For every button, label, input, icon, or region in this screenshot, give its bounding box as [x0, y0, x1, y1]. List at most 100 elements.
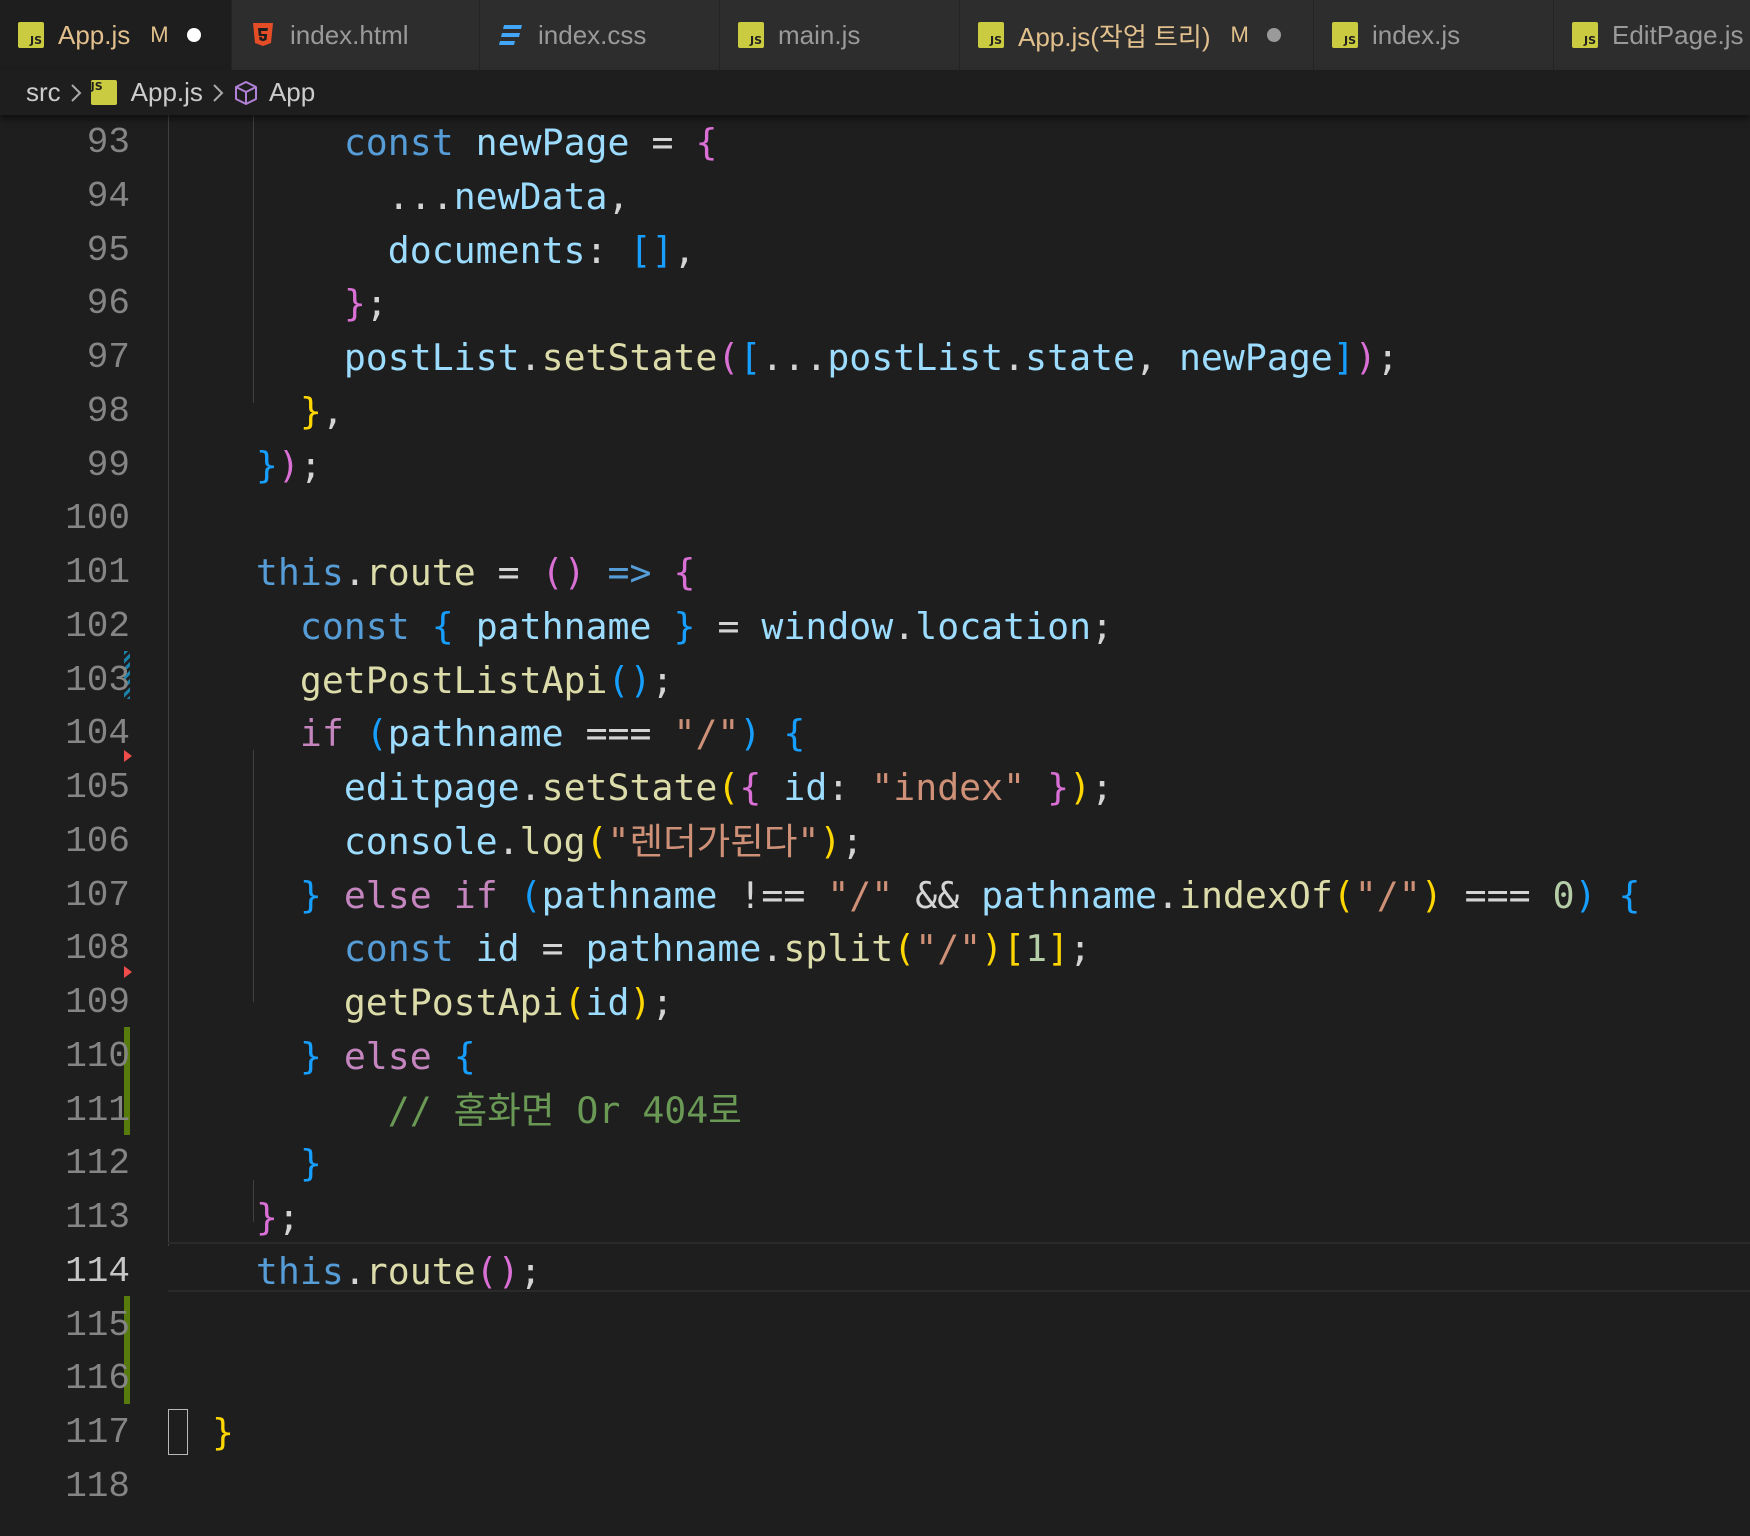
code-token: ;	[1091, 766, 1114, 809]
line-number: 103	[65, 659, 130, 701]
js-file-icon: JS	[90, 80, 117, 105]
tab-index-html[interactable]: index.html	[232, 0, 480, 70]
code-token: route	[365, 551, 476, 594]
code-token: =	[695, 604, 762, 648]
tab-app-js[interactable]: JS App.js M	[0, 0, 232, 70]
code-token: )	[819, 819, 842, 863]
symbol-cube-icon	[233, 80, 259, 106]
modified-status: M	[150, 22, 169, 47]
line-number: 115	[65, 1304, 130, 1346]
line-number: 108	[65, 928, 130, 970]
code-token: id	[475, 927, 520, 971]
code-line[interactable]: 110 } else {	[0, 1030, 1750, 1084]
breadcrumb-symbol[interactable]: App	[269, 77, 315, 108]
code-token: {	[1618, 873, 1641, 917]
breadcrumb-file[interactable]: App.js	[131, 77, 203, 108]
tab-index-css[interactable]: index.css	[480, 0, 720, 70]
code-token: (	[563, 981, 586, 1024]
code-line[interactable]: 117 }	[0, 1406, 1750, 1460]
code-token: pathname	[387, 712, 564, 756]
code-token: pathname	[475, 604, 652, 648]
code-line[interactable]: 101 this.route = () => {	[0, 546, 1750, 600]
code-line[interactable]: 97 postList.setState([...postList.state,…	[0, 331, 1750, 385]
code-token: {	[453, 1034, 476, 1078]
tab-editpage-js[interactable]: JS EditPage.js	[1554, 0, 1750, 70]
code-text: editpage.setState({ id: "index" });	[168, 761, 1113, 815]
code-token: {	[673, 551, 696, 594]
code-line[interactable]: 109 getPostApi(id);	[0, 976, 1750, 1030]
code-line[interactable]: 98 },	[0, 385, 1750, 439]
unsaved-dot-icon[interactable]	[1266, 28, 1281, 42]
unsaved-dot-icon[interactable]	[186, 28, 201, 42]
code-line[interactable]: 114 this.route();	[0, 1245, 1750, 1299]
code-token: 0	[1552, 873, 1575, 917]
code-token: state	[1025, 336, 1135, 379]
code-token: window	[761, 604, 894, 648]
code-token: "/"	[673, 712, 740, 756]
code-token: .	[1156, 873, 1179, 917]
code-token: (	[1332, 873, 1355, 917]
code-token: id	[585, 981, 630, 1024]
code-token: []	[629, 228, 674, 272]
code-line[interactable]: 118	[0, 1460, 1750, 1514]
code-line[interactable]: 94 ...newData,	[0, 170, 1750, 224]
code-line[interactable]: 95 documents: [],	[0, 224, 1750, 278]
code-token: this	[255, 1249, 344, 1293]
code-line[interactable]: 105 editpage.setState({ id: "index" });	[0, 761, 1750, 815]
chevron-right-icon	[211, 82, 225, 104]
code-text: if (pathname === "/") {	[168, 707, 806, 761]
code-line[interactable]: 102 const { pathname } = window.location…	[0, 600, 1750, 654]
code-line[interactable]: 111 // 홈화면 Or 404로	[0, 1084, 1750, 1138]
code-text: ...newData,	[168, 170, 630, 224]
code-line[interactable]: 100	[0, 492, 1750, 546]
line-number: 116	[65, 1358, 130, 1400]
code-line[interactable]: 104 if (pathname === "/") {	[0, 707, 1750, 761]
code-line[interactable]: 116	[0, 1352, 1750, 1406]
code-line[interactable]: 106 console.log("렌더가된다");	[0, 815, 1750, 869]
tab-index-js[interactable]: JS index.js	[1314, 0, 1554, 70]
code-text: });	[168, 439, 322, 493]
code-text: const id = pathname.split("/")[1];	[168, 922, 1091, 976]
code-line[interactable]: 108 const id = pathname.split("/")[1];	[0, 922, 1750, 976]
code-token: newPage	[1178, 336, 1333, 379]
code-token: ;	[1376, 336, 1399, 379]
code-token: ()	[541, 551, 586, 594]
code-token: !==	[717, 873, 828, 917]
code-line[interactable]: 99 });	[0, 439, 1750, 493]
code-token: "렌더가된다"	[607, 819, 820, 863]
code-line[interactable]: 107 } else if (pathname !== "/" && pathn…	[0, 869, 1750, 923]
tab-main-js[interactable]: JS main.js	[720, 0, 960, 70]
tab-app-js-working-tree[interactable]: JS App.js(작업 트리) M	[960, 0, 1314, 70]
code-line[interactable]: 103 getPostListApi();	[0, 654, 1750, 708]
breadcrumb-folder[interactable]: src	[26, 77, 61, 108]
code-line[interactable]: 112 }	[0, 1137, 1750, 1191]
code-token: route	[365, 1249, 476, 1293]
code-token: }	[255, 1196, 278, 1239]
code-token: ]	[1047, 927, 1070, 971]
code-token: location	[915, 604, 1092, 648]
code-text: const { pathname } = window.location;	[168, 600, 1113, 654]
code-token: =>	[607, 551, 652, 594]
code-line[interactable]: 113 };	[0, 1191, 1750, 1245]
line-number: 118	[65, 1465, 130, 1507]
code-token: {	[739, 766, 762, 809]
tab-label: App.js(작업 트리)	[1018, 21, 1211, 52]
code-token: :	[585, 228, 630, 272]
code-editor[interactable]: 93 const newPage = {94 ...newData, 95 doc…	[0, 115, 1750, 1536]
code-line[interactable]: 115	[0, 1299, 1750, 1353]
code-token: &&	[893, 873, 982, 917]
code-token: }	[255, 443, 278, 487]
code-line[interactable]: 93 const newPage = {	[0, 116, 1750, 170]
code-line[interactable]: 96 };	[0, 277, 1750, 331]
